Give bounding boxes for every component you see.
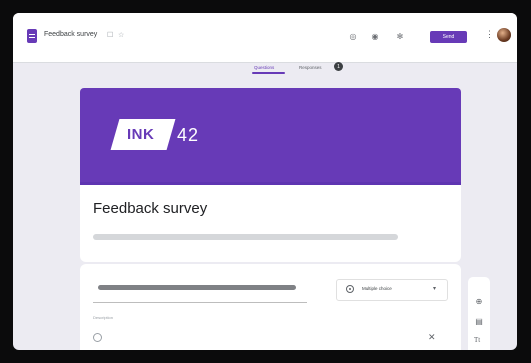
responses-count-badge: 1 <box>334 62 343 71</box>
avatar[interactable] <box>497 28 511 42</box>
forms-logo-icon[interactable] <box>27 29 37 43</box>
star-icon[interactable]: ☆ <box>118 31 124 39</box>
radio-type-icon <box>346 285 354 293</box>
import-questions-icon[interactable]: ▤ <box>474 316 484 326</box>
customize-theme-icon[interactable]: ◎ <box>348 31 358 41</box>
document-title[interactable]: Feedback survey <box>44 31 97 38</box>
question-type-label: Multiple choice <box>362 286 392 291</box>
tab-questions[interactable]: Questions <box>254 65 274 70</box>
chevron-down-icon: ▾ <box>433 286 437 292</box>
form-description-field[interactable] <box>93 234 398 240</box>
preview-eye-icon[interactable]: ◉ <box>370 31 380 41</box>
tab-responses[interactable]: Responses <box>299 65 322 70</box>
send-button[interactable]: Send <box>430 31 467 43</box>
logo-number: 42 <box>177 125 200 145</box>
question-title-field[interactable] <box>98 285 296 290</box>
option-radio-icon <box>93 333 102 342</box>
top-bar: Feedback survey ☐ ☆ ◎ ◉ ✻ Send ⋮ Questio… <box>13 13 517 71</box>
question-description-label[interactable]: Description <box>93 315 113 320</box>
header-banner: INK 42 <box>80 88 461 182</box>
add-question-icon[interactable]: ⊕ <box>474 296 484 306</box>
question-card[interactable]: Multiple choice ▾ Description ✕ <box>80 264 461 350</box>
forms-window: Feedback survey ☐ ☆ ◎ ◉ ✻ Send ⋮ Questio… <box>13 13 517 350</box>
settings-gear-icon[interactable]: ✻ <box>395 31 405 41</box>
question-type-dropdown[interactable]: Multiple choice ▾ <box>336 279 448 301</box>
add-title-icon[interactable]: Tt <box>474 336 480 344</box>
more-options-icon[interactable]: ⋮ <box>485 29 494 40</box>
logo-text: INK <box>127 126 155 143</box>
form-title[interactable]: Feedback survey <box>93 200 207 217</box>
side-toolbar: ⊕ ▤ Tt <box>468 277 490 350</box>
form-title-card[interactable]: Feedback survey <box>80 182 461 262</box>
question-underline <box>93 302 307 303</box>
folder-icon[interactable]: ☐ <box>107 31 113 39</box>
remove-option-icon[interactable]: ✕ <box>428 332 436 343</box>
active-tab-indicator <box>252 72 285 74</box>
